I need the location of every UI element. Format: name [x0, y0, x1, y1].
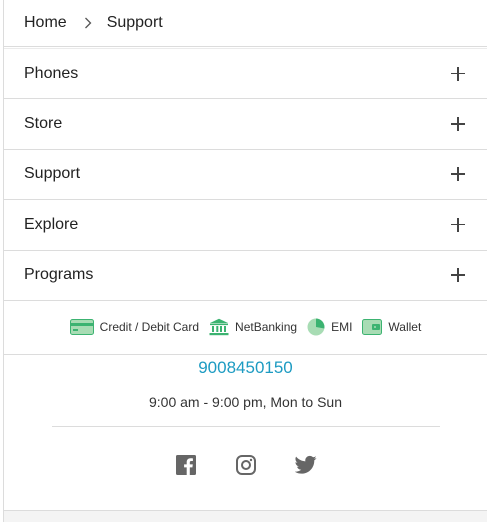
payment-wallet: Wallet: [362, 319, 422, 336]
emi-pie-icon: [307, 318, 325, 336]
accordion-programs[interactable]: Programs: [4, 251, 487, 301]
contact-section: 9008450150 9:00 am - 9:00 pm, Mon to Sun: [4, 358, 487, 427]
support-hours: 9:00 am - 9:00 pm, Mon to Sun: [149, 393, 342, 410]
credit-card-icon: [69, 319, 94, 336]
payment-netbanking: NetBanking: [209, 318, 297, 336]
payment-label: Credit / Debit Card: [99, 320, 200, 335]
accordion-support[interactable]: Support: [4, 150, 487, 201]
support-phone-link[interactable]: 9008450150: [4, 358, 487, 378]
support-page: Home Support Phones Store Support Explor…: [3, 0, 487, 522]
breadcrumb-home-link[interactable]: Home: [24, 14, 67, 32]
bank-icon: [209, 319, 229, 336]
accordion-label: Store: [24, 115, 63, 133]
plus-icon[interactable]: [451, 268, 465, 283]
accordion-phones[interactable]: Phones: [4, 49, 487, 100]
accordion-explore[interactable]: Explore: [4, 200, 487, 251]
social-links: [4, 453, 487, 477]
payment-label: Wallet: [388, 320, 422, 335]
facebook-icon[interactable]: [175, 454, 197, 476]
payment-credit-debit: Credit / Debit Card: [69, 319, 200, 336]
accordion-label: Programs: [24, 266, 94, 284]
payment-label: EMI: [331, 320, 353, 335]
twitter-icon[interactable]: [294, 454, 317, 476]
plus-icon[interactable]: [451, 167, 465, 182]
breadcrumb-current: Support: [106, 14, 163, 31]
accordion-label: Explore: [24, 215, 79, 233]
accordion-label: Support: [24, 165, 81, 183]
chevron-right-icon: [83, 16, 93, 30]
accordion-store[interactable]: Store: [4, 99, 487, 150]
breadcrumb: Home Support: [4, 0, 487, 46]
wallet-icon: [362, 319, 383, 336]
payment-emi: EMI: [307, 318, 352, 336]
instagram-icon[interactable]: [235, 454, 257, 476]
plus-icon[interactable]: [451, 66, 465, 81]
payment-methods: Credit / Debit Card NetBanking EMI Walle…: [4, 301, 487, 355]
bottom-bar: [4, 510, 487, 522]
accordion-label: Phones: [24, 64, 79, 82]
footer-accordion: Phones Store Support Explore Programs: [4, 49, 487, 301]
plus-icon[interactable]: [451, 217, 465, 232]
payment-label: NetBanking: [235, 320, 298, 335]
contact-divider: [51, 425, 440, 427]
plus-icon[interactable]: [451, 117, 465, 132]
